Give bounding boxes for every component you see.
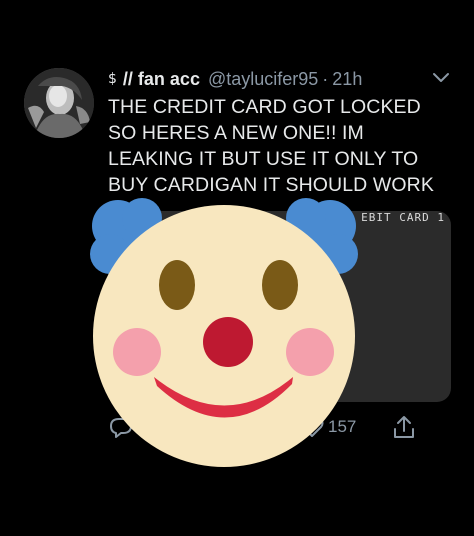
display-name[interactable]: // fan acc	[123, 69, 200, 90]
tweet-text-line: SO HERES A NEW ONE!! IM	[108, 122, 364, 144]
clown-face-icon	[90, 198, 358, 467]
tweet-header: $ // fan acc @taylucifer95 · 21h	[108, 68, 362, 90]
tweet-text-line: LEAKING IT BUT USE IT ONLY TO	[108, 148, 419, 170]
clown-eye-right	[262, 260, 298, 310]
dollar-emoji-icon: $	[108, 71, 117, 87]
timestamp[interactable]: 21h	[332, 69, 362, 90]
clown-eye-left	[159, 260, 195, 310]
media-partial-text: EBIT CARD 1	[361, 211, 445, 224]
share-icon	[394, 416, 414, 438]
avatar[interactable]	[24, 68, 94, 138]
tweet-text-line: THE CREDIT CARD GOT LOCKED	[108, 96, 421, 118]
clown-nose	[203, 317, 253, 367]
clown-cheek-right	[286, 328, 334, 376]
separator-dot: ·	[322, 68, 329, 89]
tweet-text-line: BUY CARDIGAN IT SHOULD WORK	[108, 174, 434, 196]
chevron-down-icon[interactable]	[432, 71, 450, 85]
avatar-photo	[24, 68, 94, 138]
tweet-text: THE CREDIT CARD GOT LOCKED SO HERES A NE…	[108, 94, 458, 198]
share-button[interactable]	[392, 412, 416, 442]
clown-cheek-left	[113, 328, 161, 376]
tweet[interactable]: $ // fan acc @taylucifer95 · 21h THE CRE…	[0, 0, 474, 536]
user-handle[interactable]: @taylucifer95	[208, 69, 318, 90]
